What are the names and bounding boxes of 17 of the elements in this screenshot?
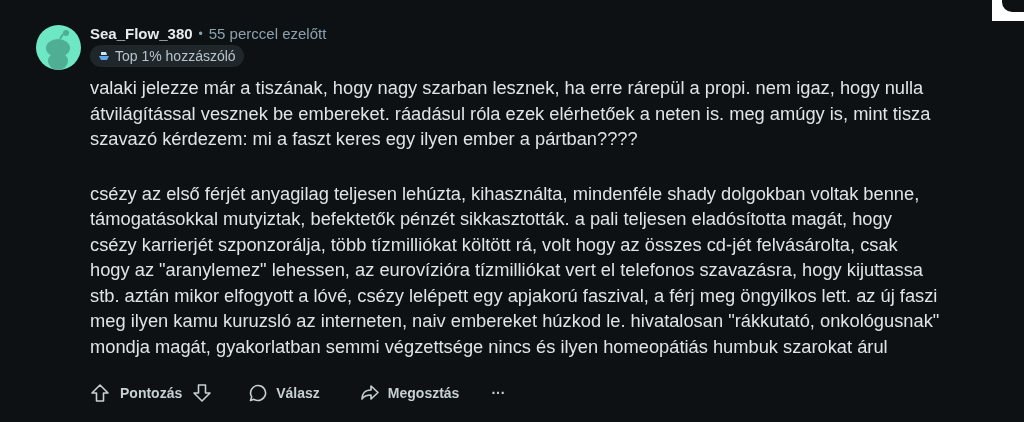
speech-bubble-icon (248, 383, 269, 403)
corner-graphic (992, 0, 1024, 21)
contributor-badge: Top 1% hozzászóló (90, 45, 244, 67)
vote-label: Pontozás (119, 383, 184, 403)
upvote-icon[interactable] (90, 383, 110, 403)
separator-dot: • (198, 26, 203, 43)
avatar-icon[interactable] (36, 25, 81, 70)
username[interactable]: Sea_Flow_380 (90, 22, 193, 46)
downvote-icon[interactable] (192, 383, 213, 403)
more-button[interactable]: ··· (481, 377, 516, 409)
boat-icon (98, 50, 110, 62)
comment-paragraph: valaki jelezze már a tiszának, hogy nagy szarban lesznek, ha erre rárepül a propi. nem igaz, hogy nulla átvilágítással vesznek be embereket. ráadásul róla ezek elérhetőek a neten is. meg amúgy is, mint tisza szavazó kérdezem: mi a faszt keres egy ilyen ember a pártban???? (90, 76, 932, 151)
timestamp: 55 perccel ezelőtt (208, 23, 327, 44)
comment-paragraph: csézy az első férjét anyagilag teljesen lehúzta, kihasználta, mindenféle shady dolgokban voltak benne, támogatásokkal mutyiztak, befektetők pénzét sikkasztották. a pali teljesen eladósította magát, hogy csézy karrierjét szponzorálja, több tízmilliókat költött rá, volt hogy az összes cd-jét felvásárolta, csak hogy az "aranylemez" lehessen, az eurovízióra tízmilliókat vert el telefonos szavazásra, hogy kijuttassa stb. aztán mikor elfogyott a lóvé, csézy lelépett egy apjakorú faszival, a férj meg öngyilkos lett. az új faszi meg ilyen kamu kuruzsló az interneten, naiv embereket húzkod le. hivatalosan "rákkutató, onkológusnak" mondja magát, gyakorlatban semmi végzettsége nincs és ilyen homeopátiás humbuk szarokat árul (90, 181, 940, 359)
share-button[interactable]: Megosztás (347, 377, 472, 409)
share-icon (359, 383, 380, 403)
reply-button[interactable]: Válasz (236, 377, 332, 409)
